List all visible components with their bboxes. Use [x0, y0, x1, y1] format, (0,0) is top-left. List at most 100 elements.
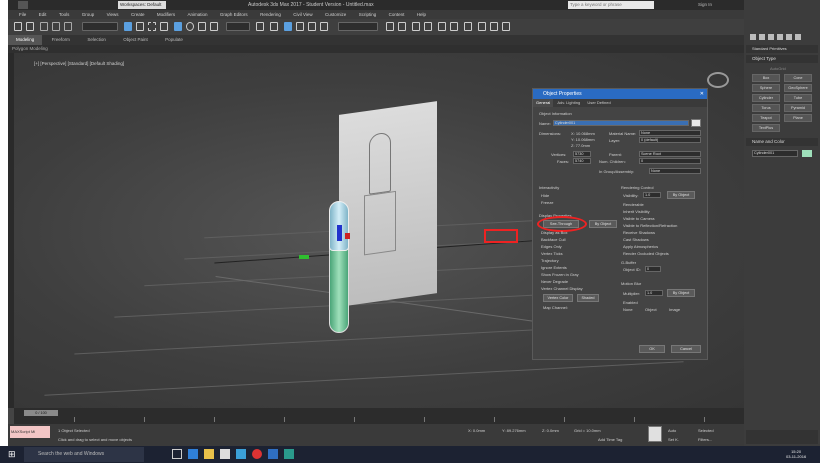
object-id-field[interactable]: 0 — [645, 266, 661, 272]
select-by-name-icon[interactable] — [136, 22, 144, 31]
shaded-button[interactable]: Shaded — [577, 294, 599, 302]
modify-tab-icon[interactable] — [759, 34, 765, 40]
file-explorer-icon[interactable] — [204, 449, 214, 459]
reference-image-plane[interactable] — [339, 101, 437, 307]
vertex-channel-display-checkbox[interactable]: Vertex Channel Display — [541, 286, 583, 291]
selected-dropdown[interactable]: Selected — [698, 428, 714, 433]
key-filters-button[interactable]: Filters... — [698, 437, 712, 442]
curve-editor-icon[interactable] — [438, 22, 446, 31]
align-icon[interactable] — [398, 22, 406, 31]
undo-icon[interactable] — [14, 22, 22, 31]
gizmo-axis-icon[interactable] — [345, 233, 350, 239]
teapot-button[interactable]: Teapot — [752, 114, 780, 122]
motion-tab-icon[interactable] — [777, 34, 783, 40]
tab-adv-lighting[interactable]: Adv. Lighting — [554, 99, 583, 107]
motion-by-object-button[interactable]: By Object — [667, 289, 695, 297]
utilities-tab-icon[interactable] — [795, 34, 801, 40]
scale-icon[interactable] — [198, 22, 206, 31]
windows-start-icon[interactable]: ⊞ — [8, 449, 18, 459]
box-button[interactable]: Box — [752, 74, 780, 82]
tab-general[interactable]: General — [533, 99, 554, 107]
angle-snap-icon[interactable] — [296, 22, 304, 31]
menu-tools[interactable]: Tools — [59, 10, 70, 19]
coord-z[interactable]: Z: 0.0mm — [542, 428, 559, 433]
sphere-button[interactable]: Sphere — [752, 84, 780, 92]
photos-icon[interactable] — [236, 449, 246, 459]
app-icon[interactable] — [18, 1, 28, 9]
tab-user-defined[interactable]: User Defined — [584, 99, 613, 107]
tab-object-paint[interactable]: Object Paint — [115, 35, 156, 45]
cone-button[interactable]: Cone — [784, 74, 812, 82]
sign-in-link[interactable]: Sign In — [698, 2, 712, 7]
visible-to-camera-checkbox[interactable]: Visible to Camera — [623, 216, 655, 221]
color-swatch[interactable] — [691, 119, 701, 127]
spinner-snap-icon[interactable] — [320, 22, 328, 31]
display-tab-icon[interactable] — [786, 34, 792, 40]
tab-modeling[interactable]: Modeling — [8, 35, 43, 45]
render-by-object-button[interactable]: By Object — [667, 191, 695, 199]
pyramid-button[interactable]: Pyramid — [784, 104, 812, 112]
viewport-navigation-controls[interactable] — [746, 430, 818, 444]
edge-browser-icon[interactable] — [188, 449, 198, 459]
move-icon[interactable] — [174, 22, 182, 31]
object-type-rollout[interactable]: Object Type — [746, 55, 818, 63]
named-selection-sets-dropdown[interactable] — [338, 22, 378, 31]
material-editor-icon[interactable] — [464, 22, 472, 31]
torus-button[interactable]: Torus — [752, 104, 780, 112]
menu-edit[interactable]: Edit — [39, 10, 47, 19]
bind-space-warp-icon[interactable] — [64, 22, 72, 31]
gizmo-axis-icon[interactable] — [299, 255, 309, 259]
edges-only-checkbox[interactable]: Edges Only — [541, 244, 562, 249]
workspace-selector[interactable]: Workspaces: Default — [118, 1, 166, 9]
hide-checkbox[interactable]: Hide — [541, 193, 549, 198]
rotate-icon[interactable] — [186, 22, 194, 31]
viewcube-icon[interactable] — [707, 72, 729, 88]
scene-explorer-icon[interactable] — [412, 22, 420, 31]
show-frozen-gray-checkbox[interactable]: Show Frozen in Gray — [541, 272, 579, 277]
trajectory-checkbox[interactable]: Trajectory — [541, 258, 559, 263]
name-field[interactable]: Cylinder001 — [553, 120, 689, 126]
inherit-visibility-checkbox[interactable]: Inherit Visibility — [623, 209, 650, 214]
apply-atmospherics-checkbox[interactable]: Apply Atmospherics — [623, 244, 658, 249]
menu-create[interactable]: Create — [131, 10, 145, 19]
receive-shadows-checkbox[interactable]: Receive Shadows — [623, 230, 655, 235]
set-key-button[interactable]: Set K. — [668, 437, 679, 442]
close-icon[interactable]: ✕ — [700, 89, 704, 99]
3dsmax-taskbar-icon[interactable] — [268, 449, 278, 459]
menu-civil-view[interactable]: Civil View — [293, 10, 312, 19]
visible-to-reflection-checkbox[interactable]: Visible to Reflection/Refraction — [623, 223, 677, 228]
set-key-icon[interactable] — [648, 426, 662, 442]
blur-image-radio[interactable]: Image — [669, 307, 680, 312]
mirror-icon[interactable] — [386, 22, 394, 31]
coord-y[interactable]: Y: 89.276mm — [502, 428, 526, 433]
menu-content[interactable]: Content — [389, 10, 405, 19]
ribbon-panel-label[interactable]: Polygon Modeling — [8, 45, 744, 53]
taskbar-search[interactable]: Search the web and Windows — [24, 447, 144, 462]
primitive-type-dropdown[interactable]: Standard Primitives — [746, 45, 818, 53]
snaps-toggle-icon[interactable] — [284, 22, 292, 31]
hierarchy-tab-icon[interactable] — [768, 34, 774, 40]
never-degrade-checkbox[interactable]: Never Degrade — [541, 279, 568, 284]
manipulate-icon[interactable] — [270, 22, 278, 31]
freeze-checkbox[interactable]: Freeze — [541, 200, 553, 205]
blur-object-radio[interactable]: Object — [645, 307, 657, 312]
place-icon[interactable] — [210, 22, 218, 31]
tab-populate[interactable]: Populate — [157, 35, 191, 45]
add-time-tag-button[interactable]: Add Time Tag — [598, 437, 622, 442]
render-occluded-checkbox[interactable]: Render Occluded Objects — [623, 251, 669, 256]
auto-key-button[interactable]: Auto — [668, 428, 676, 433]
unlink-icon[interactable] — [52, 22, 60, 31]
autogrid-checkbox[interactable]: AutoGrid — [770, 66, 786, 71]
cast-shadows-checkbox[interactable]: Cast Shadows — [623, 237, 649, 242]
vertex-ticks-checkbox[interactable]: Vertex Ticks — [541, 251, 563, 256]
chrome-icon[interactable] — [252, 449, 262, 459]
vertex-color-dropdown[interactable]: Vertex Color — [543, 294, 573, 302]
object-name-field[interactable]: Cylinder001 — [752, 150, 798, 157]
name-and-color-rollout[interactable]: Name and Color — [746, 138, 818, 146]
render-production-icon[interactable] — [502, 22, 510, 31]
schematic-view-icon[interactable] — [450, 22, 458, 31]
redo-icon[interactable] — [26, 22, 34, 31]
select-object-icon[interactable] — [124, 22, 132, 31]
backface-cull-checkbox[interactable]: Backface Cull — [541, 237, 565, 242]
menu-rendering[interactable]: Rendering — [260, 10, 281, 19]
